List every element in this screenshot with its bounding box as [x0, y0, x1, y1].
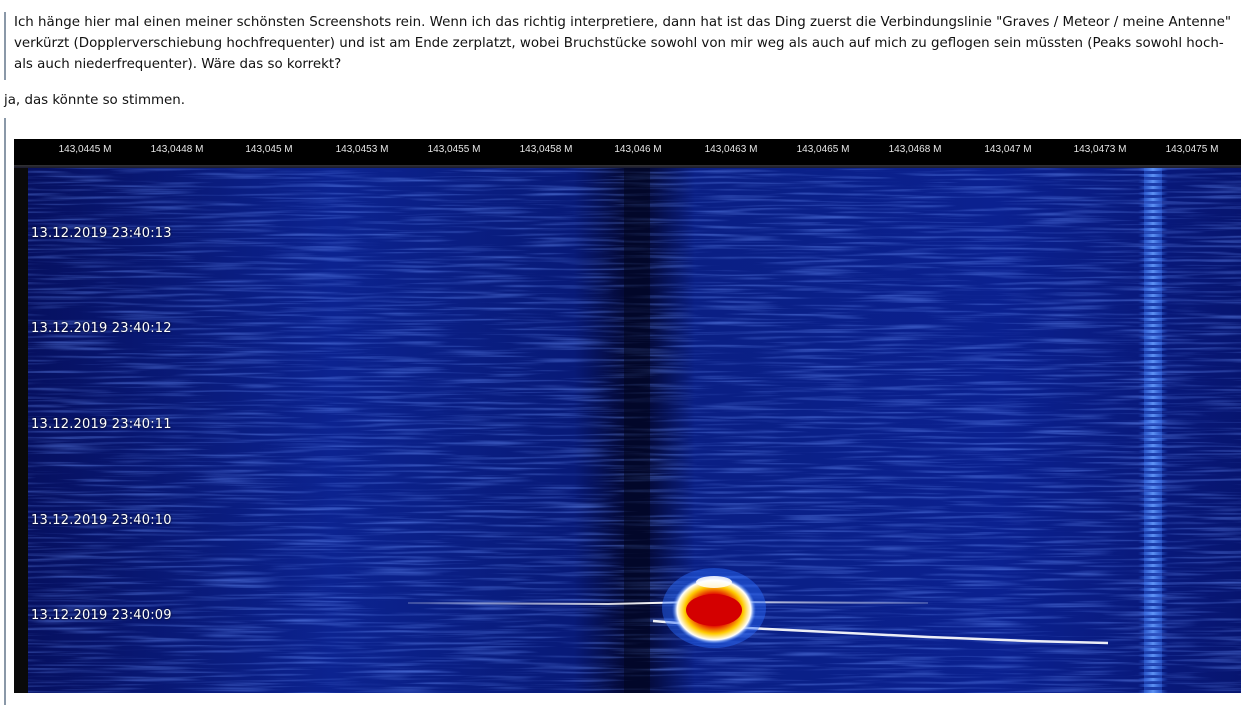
meteor-core — [686, 594, 742, 626]
quoted-post: Ich hänge hier mal einen meiner schönste… — [4, 12, 1234, 80]
waterfall-plot — [28, 168, 1241, 693]
time-label: 13.12.2019 23:40:10 — [31, 513, 172, 528]
time-label: 13.12.2019 23:40:11 — [31, 417, 172, 432]
frequency-label: 143,0465 M — [796, 144, 850, 155]
time-label: 13.12.2019 23:40:12 — [31, 321, 172, 336]
time-label: 13.12.2019 23:40:09 — [31, 608, 172, 623]
frequency-label: 143,0463 M — [704, 144, 758, 155]
waterfall-dark-band — [624, 168, 650, 693]
frequency-label: 143,0445 M — [58, 144, 112, 155]
frequency-label: 143,0453 M — [335, 144, 389, 155]
quoted-post-text: Ich hänge hier mal einen meiner schönste… — [14, 15, 1232, 72]
time-label: 13.12.2019 23:40:13 — [31, 226, 172, 241]
carrier-glow — [1144, 168, 1162, 693]
frequency-axis: 143,0445 M 143,0448 M 143,045 M 143,0453… — [14, 139, 1241, 167]
frequency-label: 143,045 M — [245, 144, 293, 155]
frequency-label: 143,0458 M — [519, 144, 573, 155]
frequency-label: 143,0473 M — [1073, 144, 1127, 155]
image-quote-bar — [4, 118, 6, 705]
reply-text: ja, das könnte so stimmen. — [4, 93, 186, 108]
waterfall-left-strip — [14, 168, 28, 693]
frequency-label: 143,0448 M — [150, 144, 204, 155]
frequency-label: 143,0468 M — [888, 144, 942, 155]
frequency-label: 143,0475 M — [1165, 144, 1219, 155]
waterfall-screenshot: 143,0445 M 143,0448 M 143,045 M 143,0453… — [14, 139, 1241, 693]
frequency-label: 143,047 M — [984, 144, 1032, 155]
frequency-label: 143,046 M — [614, 144, 662, 155]
frequency-label: 143,0455 M — [427, 144, 481, 155]
meteor-halo-top — [696, 576, 732, 588]
